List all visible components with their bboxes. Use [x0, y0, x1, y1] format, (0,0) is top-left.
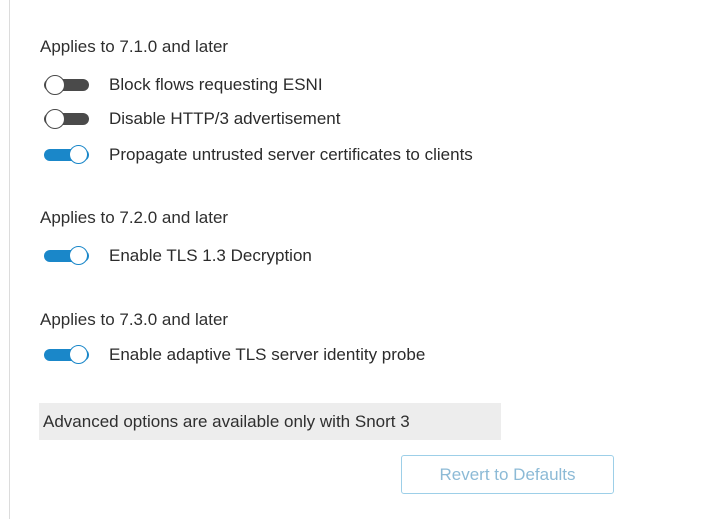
- panel-left-border: [9, 0, 10, 519]
- propagate-untrusted-certs-label: Propagate untrusted server certificates …: [109, 145, 473, 164]
- option-propagate-untrusted-certs[interactable]: Propagate untrusted server certificates …: [44, 144, 473, 166]
- revert-to-defaults-button[interactable]: Revert to Defaults: [401, 455, 614, 494]
- disable-http3-label: Disable HTTP/3 advertisement: [109, 109, 341, 128]
- adaptive-tls-probe-label: Enable adaptive TLS server identity prob…: [109, 345, 426, 364]
- toggle-knob: [69, 145, 88, 164]
- propagate-untrusted-certs-toggle[interactable]: [44, 145, 89, 165]
- toggle-knob: [45, 75, 65, 95]
- option-enable-tls13-decryption[interactable]: Enable TLS 1.3 Decryption: [44, 245, 312, 267]
- enable-tls13-decryption-toggle[interactable]: [44, 246, 89, 266]
- toggle-knob: [69, 246, 88, 265]
- toggle-knob: [69, 345, 88, 364]
- toggle-knob: [45, 109, 65, 129]
- snort3-notice: Advanced options are available only with…: [39, 403, 501, 440]
- enable-tls13-decryption-label: Enable TLS 1.3 Decryption: [109, 246, 312, 265]
- section-heading-7-3-0: Applies to 7.3.0 and later: [40, 310, 229, 329]
- adaptive-tls-probe-toggle[interactable]: [44, 345, 89, 365]
- option-block-esni[interactable]: Block flows requesting ESNI: [44, 74, 323, 96]
- option-disable-http3[interactable]: Disable HTTP/3 advertisement: [44, 108, 340, 130]
- section-heading-7-2-0: Applies to 7.2.0 and later: [40, 208, 229, 227]
- disable-http3-toggle[interactable]: [44, 109, 89, 129]
- option-adaptive-tls-probe[interactable]: Enable adaptive TLS server identity prob…: [44, 344, 425, 366]
- advanced-tls-options-panel: Applies to 7.1.0 and later Block flows r…: [0, 0, 718, 519]
- section-heading-7-1-0: Applies to 7.1.0 and later: [40, 37, 229, 56]
- block-esni-toggle[interactable]: [44, 75, 89, 95]
- block-esni-label: Block flows requesting ESNI: [109, 75, 323, 94]
